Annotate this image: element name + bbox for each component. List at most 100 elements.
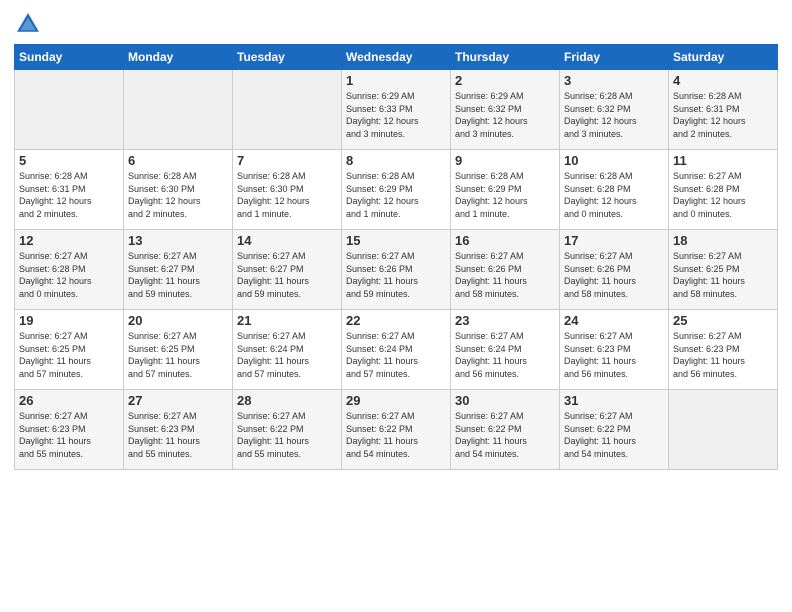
calendar-cell: 2 Sunrise: 6:29 AM Sunset: 6:32 PM Daylig… <box>451 70 560 150</box>
day-number: 17 <box>564 233 664 248</box>
calendar-cell: 10 Sunrise: 6:28 AM Sunset: 6:28 PM Dayli… <box>560 150 669 230</box>
calendar-cell <box>15 70 124 150</box>
calendar-cell: 12 Sunrise: 6:27 AM Sunset: 6:28 PM Dayli… <box>15 230 124 310</box>
page-container: SundayMondayTuesdayWednesdayThursdayFrid… <box>0 0 792 480</box>
calendar-cell: 18Sunrise: 6:27 AM Sunset: 6:25 PM Dayli… <box>669 230 778 310</box>
calendar-cell: 13 Sunrise: 6:27 AM Sunset: 6:27 PM Dayli… <box>124 230 233 310</box>
day-number: 3 <box>564 73 664 88</box>
day-number: 2 <box>455 73 555 88</box>
calendar-cell: 22Sunrise: 6:27 AM Sunset: 6:24 PM Dayli… <box>342 310 451 390</box>
day-info: Sunrise: 6:27 AM Sunset: 6:24 PM Dayligh… <box>237 330 337 380</box>
day-number: 7 <box>237 153 337 168</box>
calendar-cell <box>669 390 778 470</box>
day-number: 5 <box>19 153 119 168</box>
day-header-friday: Friday <box>560 45 669 70</box>
calendar-week-1: 1 Sunrise: 6:29 AM Sunset: 6:33 PM Daylig… <box>15 70 778 150</box>
calendar-cell: 7 Sunrise: 6:28 AM Sunset: 6:30 PM Daylig… <box>233 150 342 230</box>
calendar-cell: 9 Sunrise: 6:28 AM Sunset: 6:29 PM Daylig… <box>451 150 560 230</box>
logo-icon <box>14 10 42 38</box>
day-info: Sunrise: 6:27 AM Sunset: 6:26 PM Dayligh… <box>564 250 664 300</box>
day-number: 30 <box>455 393 555 408</box>
day-info: Sunrise: 6:28 AM Sunset: 6:31 PM Dayligh… <box>19 170 119 220</box>
day-number: 23 <box>455 313 555 328</box>
day-info: Sunrise: 6:27 AM Sunset: 6:23 PM Dayligh… <box>19 410 119 460</box>
day-number: 31 <box>564 393 664 408</box>
day-number: 11 <box>673 153 773 168</box>
day-info: Sunrise: 6:27 AM Sunset: 6:25 PM Dayligh… <box>128 330 228 380</box>
calendar-week-3: 12 Sunrise: 6:27 AM Sunset: 6:28 PM Dayli… <box>15 230 778 310</box>
calendar-cell: 1 Sunrise: 6:29 AM Sunset: 6:33 PM Daylig… <box>342 70 451 150</box>
day-info: Sunrise: 6:28 AM Sunset: 6:32 PM Dayligh… <box>564 90 664 140</box>
calendar-cell: 15Sunrise: 6:27 AM Sunset: 6:26 PM Dayli… <box>342 230 451 310</box>
day-info: Sunrise: 6:27 AM Sunset: 6:27 PM Dayligh… <box>237 250 337 300</box>
day-number: 1 <box>346 73 446 88</box>
day-number: 21 <box>237 313 337 328</box>
day-info: Sunrise: 6:27 AM Sunset: 6:22 PM Dayligh… <box>564 410 664 460</box>
calendar-week-5: 26 Sunrise: 6:27 AM Sunset: 6:23 PM Dayli… <box>15 390 778 470</box>
day-info: Sunrise: 6:28 AM Sunset: 6:31 PM Dayligh… <box>673 90 773 140</box>
calendar-cell: 20Sunrise: 6:27 AM Sunset: 6:25 PM Dayli… <box>124 310 233 390</box>
calendar-cell: 6 Sunrise: 6:28 AM Sunset: 6:30 PM Daylig… <box>124 150 233 230</box>
calendar-cell: 8 Sunrise: 6:28 AM Sunset: 6:29 PM Daylig… <box>342 150 451 230</box>
calendar-cell: 28Sunrise: 6:27 AM Sunset: 6:22 PM Dayli… <box>233 390 342 470</box>
calendar-cell: 25 Sunrise: 6:27 AM Sunset: 6:23 PM Dayli… <box>669 310 778 390</box>
header <box>14 10 778 38</box>
calendar-cell: 3 Sunrise: 6:28 AM Sunset: 6:32 PM Daylig… <box>560 70 669 150</box>
calendar-table: SundayMondayTuesdayWednesdayThursdayFrid… <box>14 44 778 470</box>
day-info: Sunrise: 6:27 AM Sunset: 6:22 PM Dayligh… <box>346 410 446 460</box>
day-number: 9 <box>455 153 555 168</box>
day-info: Sunrise: 6:27 AM Sunset: 6:24 PM Dayligh… <box>455 330 555 380</box>
day-info: Sunrise: 6:29 AM Sunset: 6:32 PM Dayligh… <box>455 90 555 140</box>
calendar-cell <box>124 70 233 150</box>
day-header-monday: Monday <box>124 45 233 70</box>
day-number: 13 <box>128 233 228 248</box>
calendar-cell: 14 Sunrise: 6:27 AM Sunset: 6:27 PM Dayli… <box>233 230 342 310</box>
calendar-cell: 4Sunrise: 6:28 AM Sunset: 6:31 PM Daylig… <box>669 70 778 150</box>
day-info: Sunrise: 6:27 AM Sunset: 6:28 PM Dayligh… <box>673 170 773 220</box>
day-info: Sunrise: 6:27 AM Sunset: 6:26 PM Dayligh… <box>346 250 446 300</box>
day-header-saturday: Saturday <box>669 45 778 70</box>
calendar-header-row: SundayMondayTuesdayWednesdayThursdayFrid… <box>15 45 778 70</box>
day-info: Sunrise: 6:27 AM Sunset: 6:23 PM Dayligh… <box>128 410 228 460</box>
day-info: Sunrise: 6:27 AM Sunset: 6:28 PM Dayligh… <box>19 250 119 300</box>
day-info: Sunrise: 6:28 AM Sunset: 6:29 PM Dayligh… <box>346 170 446 220</box>
day-info: Sunrise: 6:28 AM Sunset: 6:30 PM Dayligh… <box>128 170 228 220</box>
calendar-cell <box>233 70 342 150</box>
day-info: Sunrise: 6:27 AM Sunset: 6:23 PM Dayligh… <box>564 330 664 380</box>
day-info: Sunrise: 6:27 AM Sunset: 6:25 PM Dayligh… <box>673 250 773 300</box>
calendar-cell: 26 Sunrise: 6:27 AM Sunset: 6:23 PM Dayli… <box>15 390 124 470</box>
day-info: Sunrise: 6:29 AM Sunset: 6:33 PM Dayligh… <box>346 90 446 140</box>
day-number: 10 <box>564 153 664 168</box>
day-number: 8 <box>346 153 446 168</box>
day-info: Sunrise: 6:27 AM Sunset: 6:27 PM Dayligh… <box>128 250 228 300</box>
day-number: 22 <box>346 313 446 328</box>
day-number: 6 <box>128 153 228 168</box>
day-info: Sunrise: 6:27 AM Sunset: 6:26 PM Dayligh… <box>455 250 555 300</box>
day-number: 19 <box>19 313 119 328</box>
calendar-cell: 5 Sunrise: 6:28 AM Sunset: 6:31 PM Daylig… <box>15 150 124 230</box>
calendar-week-4: 19 Sunrise: 6:27 AM Sunset: 6:25 PM Dayli… <box>15 310 778 390</box>
day-number: 14 <box>237 233 337 248</box>
day-info: Sunrise: 6:27 AM Sunset: 6:22 PM Dayligh… <box>455 410 555 460</box>
day-info: Sunrise: 6:28 AM Sunset: 6:30 PM Dayligh… <box>237 170 337 220</box>
day-number: 12 <box>19 233 119 248</box>
calendar-cell: 11 Sunrise: 6:27 AM Sunset: 6:28 PM Dayli… <box>669 150 778 230</box>
day-info: Sunrise: 6:28 AM Sunset: 6:29 PM Dayligh… <box>455 170 555 220</box>
day-info: Sunrise: 6:27 AM Sunset: 6:23 PM Dayligh… <box>673 330 773 380</box>
calendar-cell: 16Sunrise: 6:27 AM Sunset: 6:26 PM Dayli… <box>451 230 560 310</box>
calendar-week-2: 5 Sunrise: 6:28 AM Sunset: 6:31 PM Daylig… <box>15 150 778 230</box>
day-number: 25 <box>673 313 773 328</box>
day-number: 26 <box>19 393 119 408</box>
day-number: 29 <box>346 393 446 408</box>
day-number: 24 <box>564 313 664 328</box>
calendar-cell: 23 Sunrise: 6:27 AM Sunset: 6:24 PM Dayli… <box>451 310 560 390</box>
day-info: Sunrise: 6:28 AM Sunset: 6:28 PM Dayligh… <box>564 170 664 220</box>
calendar-cell: 30 Sunrise: 6:27 AM Sunset: 6:22 PM Dayli… <box>451 390 560 470</box>
calendar-cell: 19Sunrise: 6:27 AM Sunset: 6:25 PM Dayli… <box>15 310 124 390</box>
day-header-tuesday: Tuesday <box>233 45 342 70</box>
day-number: 27 <box>128 393 228 408</box>
calendar-cell: 24 Sunrise: 6:27 AM Sunset: 6:23 PM Dayli… <box>560 310 669 390</box>
calendar-cell: 29 Sunrise: 6:27 AM Sunset: 6:22 PM Dayli… <box>342 390 451 470</box>
day-header-wednesday: Wednesday <box>342 45 451 70</box>
calendar-cell: 31 Sunrise: 6:27 AM Sunset: 6:22 PM Dayli… <box>560 390 669 470</box>
